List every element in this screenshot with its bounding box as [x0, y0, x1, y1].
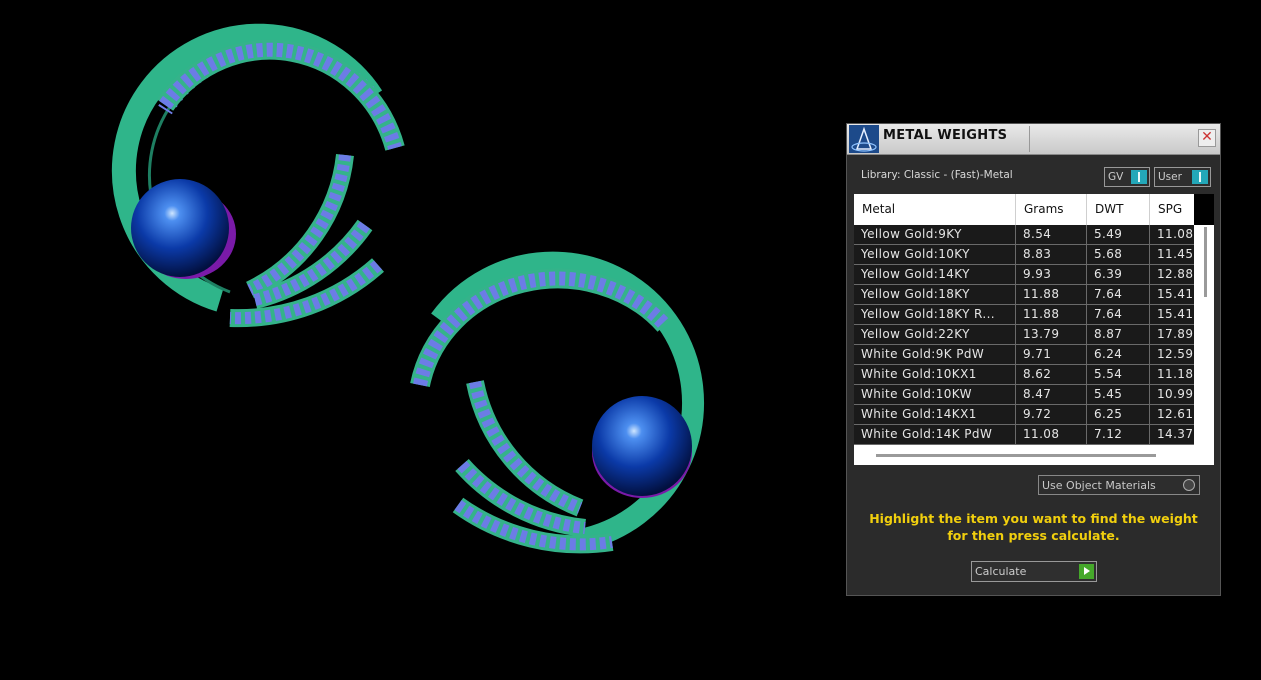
- cell-metal: Yellow Gold:9KY: [854, 225, 1016, 244]
- header-corner: [1194, 194, 1214, 225]
- vertical-scroll-thumb[interactable]: [1204, 227, 1207, 297]
- cell-spg: 10.99: [1157, 387, 1194, 401]
- user-toggle[interactable]: User: [1154, 167, 1211, 187]
- instruction-line-2: for then press calculate.: [947, 528, 1120, 543]
- horizontal-scroll-thumb[interactable]: [876, 454, 1156, 457]
- cell-dwt: 7.64: [1087, 285, 1150, 304]
- instruction-text: Highlight the item you want to find the …: [847, 510, 1220, 544]
- metal-table[interactable]: Metal Grams DWT SPG Yellow Gold:9KY 8.54 5…: [854, 194, 1214, 465]
- cell-spg: 12.88: [1157, 267, 1194, 281]
- cell-grams: 11.88: [1016, 305, 1087, 324]
- panel-title: METAL WEIGHTS: [883, 128, 1008, 143]
- cell-dwt: 6.24: [1087, 345, 1150, 364]
- cell-spg: 12.61: [1157, 407, 1194, 421]
- cell-metal: Yellow Gold:14KY: [854, 265, 1016, 284]
- cell-grams: 11.88: [1016, 285, 1087, 304]
- cell-spg: 11.08: [1157, 227, 1194, 241]
- vertical-scrollbar[interactable]: [1198, 225, 1214, 446]
- metal-weights-panel: METAL WEIGHTS ✕ Library: Classic - (Fast…: [846, 123, 1221, 596]
- column-header-dwt[interactable]: DWT: [1087, 194, 1150, 225]
- calculate-button[interactable]: Calculate: [971, 561, 1097, 582]
- cell-spg: 12.59: [1157, 347, 1194, 361]
- cell-spg: 17.89: [1157, 327, 1194, 341]
- cell-grams: 8.62: [1016, 365, 1087, 384]
- cell-grams: 9.71: [1016, 345, 1087, 364]
- panel-titlebar[interactable]: METAL WEIGHTS ✕: [847, 124, 1220, 155]
- cell-grams: 8.83: [1016, 245, 1087, 264]
- cell-metal: White Gold:14KX1: [854, 405, 1016, 424]
- table-header: Metal Grams DWT SPG: [854, 194, 1194, 225]
- cell-grams: 8.54: [1016, 225, 1087, 244]
- table-row[interactable]: White Gold:14K PdW 11.08 7.12 14.37: [854, 425, 1194, 445]
- library-label: Library: Classic - (Fast)-Metal: [861, 169, 1013, 181]
- cell-dwt: 6.25: [1087, 405, 1150, 424]
- 3d-viewport[interactable]: [0, 0, 840, 680]
- column-header-grams[interactable]: Grams: [1016, 194, 1087, 225]
- cell-metal: White Gold:14K PdW: [854, 425, 1016, 444]
- pearl-sphere-2: [592, 396, 692, 496]
- cell-spg: 15.41: [1157, 287, 1194, 301]
- toggle-knob-icon: [1192, 170, 1208, 184]
- cell-dwt: 8.87: [1087, 325, 1150, 344]
- table-row[interactable]: White Gold:9K PdW 9.71 6.24 12.59: [854, 345, 1194, 365]
- table-row[interactable]: White Gold:10KW 8.47 5.45 10.99: [854, 385, 1194, 405]
- table-row[interactable]: White Gold:10KX1 8.62 5.54 11.18: [854, 365, 1194, 385]
- table-row[interactable]: Yellow Gold:14KY 9.93 6.39 12.88: [854, 265, 1194, 285]
- table-row[interactable]: Yellow Gold:18KY R... 11.88 7.64 15.41: [854, 305, 1194, 325]
- table-row[interactable]: Yellow Gold:18KY 11.88 7.64 15.41: [854, 285, 1194, 305]
- cell-metal: Yellow Gold:18KY: [854, 285, 1016, 304]
- use-object-materials-option[interactable]: Use Object Materials: [1038, 475, 1200, 495]
- cell-dwt: 5.54: [1087, 365, 1150, 384]
- user-toggle-label: User: [1158, 171, 1182, 183]
- earring-model-left[interactable]: [111, 23, 405, 328]
- cell-grams: 11.08: [1016, 425, 1087, 444]
- cell-dwt: 5.49: [1087, 225, 1150, 244]
- cell-dwt: 7.12: [1087, 425, 1150, 444]
- earring-model-right[interactable]: [410, 251, 705, 554]
- cell-metal: White Gold:10KX1: [854, 365, 1016, 384]
- table-row[interactable]: Yellow Gold:22KY 13.79 8.87 17.89: [854, 325, 1194, 345]
- cell-dwt: 7.64: [1087, 305, 1150, 324]
- column-header-spg[interactable]: SPG: [1150, 194, 1194, 225]
- radio-icon[interactable]: [1183, 479, 1195, 491]
- table-row[interactable]: Yellow Gold:9KY 8.54 5.49 11.08: [854, 225, 1194, 245]
- cell-spg: 11.18: [1157, 367, 1194, 381]
- table-body: Yellow Gold:9KY 8.54 5.49 11.08 Yellow Gold:…: [854, 225, 1194, 445]
- cell-metal: White Gold:9K PdW: [854, 345, 1016, 364]
- cell-metal: Yellow Gold:22KY: [854, 325, 1016, 344]
- gv-toggle[interactable]: GV: [1104, 167, 1150, 187]
- cell-dwt: 6.39: [1087, 265, 1150, 284]
- close-icon[interactable]: ✕: [1198, 129, 1216, 147]
- cell-dwt: 5.45: [1087, 385, 1150, 404]
- cell-grams: 8.47: [1016, 385, 1087, 404]
- horizontal-scrollbar[interactable]: [854, 446, 1214, 465]
- cell-spg: 15.41: [1157, 307, 1194, 321]
- calculate-label: Calculate: [975, 565, 1027, 578]
- cell-grams: 9.72: [1016, 405, 1087, 424]
- cell-grams: 13.79: [1016, 325, 1087, 344]
- title-divider: [1029, 126, 1030, 152]
- use-object-materials-label: Use Object Materials: [1042, 479, 1156, 492]
- pearl-sphere: [131, 179, 229, 277]
- gemvision-logo-icon: [849, 125, 879, 153]
- cell-grams: 9.93: [1016, 265, 1087, 284]
- gv-toggle-label: GV: [1108, 171, 1124, 183]
- column-header-metal[interactable]: Metal: [854, 194, 1016, 225]
- instruction-line-1: Highlight the item you want to find the …: [869, 511, 1198, 526]
- cell-spg: 14.37: [1157, 427, 1194, 441]
- play-arrow-icon: [1079, 564, 1094, 579]
- table-row[interactable]: White Gold:14KX1 9.72 6.25 12.61: [854, 405, 1194, 425]
- cell-metal: White Gold:10KW: [854, 385, 1016, 404]
- cell-dwt: 5.68: [1087, 245, 1150, 264]
- toggle-knob-icon: [1131, 170, 1147, 184]
- table-row[interactable]: Yellow Gold:10KY 8.83 5.68 11.45: [854, 245, 1194, 265]
- cell-metal: Yellow Gold:18KY R...: [854, 305, 1016, 324]
- cell-spg: 11.45: [1157, 247, 1194, 261]
- cell-metal: Yellow Gold:10KY: [854, 245, 1016, 264]
